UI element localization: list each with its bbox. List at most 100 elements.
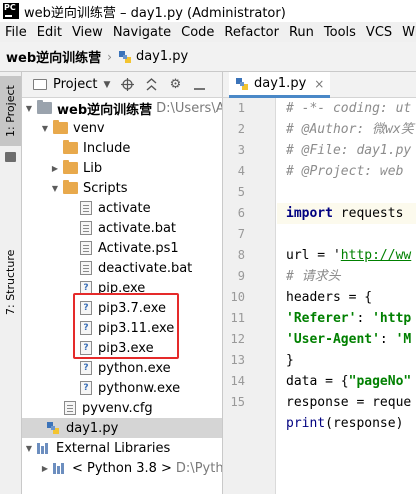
chevron-right-icon: › bbox=[107, 49, 112, 64]
code-line: # 请求头 bbox=[286, 269, 341, 284]
tree-item-root[interactable]: ▼ web逆向训练营 D:\Users\Aven\ bbox=[22, 98, 222, 118]
text-file-icon bbox=[80, 241, 92, 255]
expanded-arrow-icon[interactable]: ▼ bbox=[50, 184, 60, 193]
line-number: 7 bbox=[237, 227, 245, 241]
tree-item-external-libraries[interactable]: ▼ External Libraries bbox=[22, 438, 222, 458]
library-icon bbox=[37, 442, 51, 454]
expanded-arrow-icon[interactable]: ▼ bbox=[24, 444, 34, 453]
code-line: # @File: day1.py bbox=[286, 143, 412, 158]
menu-tools[interactable]: Tools bbox=[319, 25, 361, 40]
menu-edit[interactable]: Edit bbox=[32, 25, 67, 40]
tree-item-scripts[interactable]: ▼ Scripts bbox=[22, 178, 222, 198]
code-line: # @Project: web bbox=[286, 164, 404, 179]
tree-item-day1[interactable]: day1.py bbox=[22, 418, 222, 438]
breadcrumb-file[interactable]: day1.py bbox=[136, 49, 188, 64]
collapsed-arrow-icon[interactable]: ▶ bbox=[50, 164, 60, 173]
collapsed-arrow-icon[interactable]: ▶ bbox=[40, 464, 50, 473]
window-title: web逆向训练营 – day1.py (Administrator) bbox=[24, 5, 286, 21]
tab-project-label: 1: Project bbox=[4, 85, 17, 137]
hide-panel-icon[interactable] bbox=[192, 78, 206, 92]
tree-item-pyvenv[interactable]: pyvenv.cfg bbox=[22, 398, 222, 418]
tree-item-venv[interactable]: ▼ venv bbox=[22, 118, 222, 138]
tree-file[interactable]: deactivate.bat bbox=[22, 258, 222, 278]
line-number: 8 bbox=[237, 248, 245, 262]
menu-window[interactable]: Win bbox=[397, 25, 416, 40]
chevron-down-icon[interactable]: ▼ bbox=[103, 80, 110, 90]
line-number: 6 bbox=[237, 206, 245, 220]
line-number: 15 bbox=[230, 395, 245, 409]
tree-item-label: pyvenv.cfg bbox=[82, 400, 153, 416]
code-line: data = {"pageNo" bbox=[286, 374, 412, 389]
tree-item-python-sdk[interactable]: ▶ < Python 3.8 > D:\Python38 bbox=[22, 458, 222, 478]
code-line-current: import requests bbox=[277, 203, 416, 224]
tree-item-label: web逆向训练营 bbox=[57, 102, 153, 118]
tree-file[interactable]: ? pythonw.exe bbox=[22, 378, 222, 398]
menu-bar: File Edit View Navigate Code Refactor Ru… bbox=[0, 22, 416, 42]
menu-refactor[interactable]: Refactor bbox=[219, 25, 284, 40]
expanded-arrow-icon[interactable]: ▼ bbox=[40, 124, 50, 133]
menu-view[interactable]: View bbox=[67, 25, 108, 40]
menu-vcs[interactable]: VCS bbox=[361, 25, 397, 40]
tab-day1[interactable]: day1.py × bbox=[229, 72, 331, 98]
tab-label: day1.py bbox=[254, 76, 307, 91]
code-line: 'Referer': 'http bbox=[286, 311, 412, 326]
tab-structure-tool[interactable]: 7: Structure bbox=[0, 237, 21, 327]
title-bar: PC web逆向训练营 – day1.py (Administrator) bbox=[0, 0, 416, 22]
python-file-icon bbox=[47, 422, 59, 434]
menu-file[interactable]: File bbox=[0, 25, 32, 40]
folder-icon bbox=[5, 152, 16, 162]
editor-tab-bar: day1.py × bbox=[222, 72, 416, 98]
line-number: 4 bbox=[237, 164, 245, 178]
tree-item-lib[interactable]: ▶ Lib bbox=[22, 158, 222, 178]
tree-item-label: pythonw.exe bbox=[98, 380, 181, 396]
project-panel-header: Project ▼ ⚙ bbox=[22, 72, 222, 98]
line-number: 14 bbox=[230, 374, 245, 388]
text-file-icon bbox=[80, 261, 92, 275]
menu-run[interactable]: Run bbox=[284, 25, 319, 40]
breadcrumb-project[interactable]: web逆向训练营 bbox=[6, 47, 101, 66]
tree-file[interactable]: ? python.exe bbox=[22, 358, 222, 378]
locate-target-icon[interactable] bbox=[120, 78, 134, 92]
gear-icon[interactable]: ⚙ bbox=[168, 77, 182, 92]
text-file-icon bbox=[80, 201, 92, 215]
line-number: 9 bbox=[237, 269, 245, 283]
collapse-all-icon[interactable] bbox=[144, 78, 158, 92]
tree-item-label: venv bbox=[73, 120, 105, 136]
tab-structure-label: 7: Structure bbox=[4, 249, 17, 315]
folder-icon bbox=[37, 100, 52, 114]
code-line: # -*- coding: ut bbox=[286, 101, 412, 116]
menu-code[interactable]: Code bbox=[176, 25, 219, 40]
config-file-icon bbox=[64, 401, 76, 415]
tree-item-label: Activate.ps1 bbox=[98, 240, 179, 256]
tree-item-label: activate.bat bbox=[98, 220, 177, 236]
code-line: 'User-Agent': 'M bbox=[286, 332, 412, 347]
code-line: # @Author: 微wx笑 bbox=[286, 122, 414, 137]
line-number: 12 bbox=[230, 332, 245, 346]
tree-item-label: < Python 3.8 > bbox=[72, 460, 172, 476]
expanded-arrow-icon[interactable]: ▼ bbox=[24, 104, 34, 113]
line-number: 13 bbox=[230, 353, 245, 367]
tree-file[interactable]: Activate.ps1 bbox=[22, 238, 222, 258]
folder-icon bbox=[63, 140, 78, 154]
unknown-file-icon: ? bbox=[80, 361, 92, 375]
code-editor[interactable]: # -*- coding: ut # @Author: 微wx笑 # @File… bbox=[277, 98, 416, 494]
tree-file[interactable]: activate bbox=[22, 198, 222, 218]
line-number: 3 bbox=[237, 143, 245, 157]
tab-project-tool[interactable]: 1: Project bbox=[0, 76, 21, 146]
unknown-file-icon: ? bbox=[80, 381, 92, 395]
library-icon bbox=[53, 462, 67, 474]
project-view-selector[interactable]: Project bbox=[53, 77, 97, 92]
close-icon[interactable]: × bbox=[314, 77, 324, 91]
pycharm-app-icon: PC bbox=[3, 3, 19, 19]
menu-navigate[interactable]: Navigate bbox=[108, 25, 176, 40]
folder-icon bbox=[63, 160, 78, 174]
tree-file[interactable]: activate.bat bbox=[22, 218, 222, 238]
line-number: 11 bbox=[230, 311, 245, 325]
folder-icon bbox=[63, 180, 78, 194]
tree-item-label: Scripts bbox=[83, 180, 128, 196]
red-highlight-box bbox=[73, 293, 179, 359]
tree-item-label: day1.py bbox=[66, 420, 119, 436]
code-line: url = 'http://ww bbox=[286, 248, 412, 263]
tree-item-include[interactable]: Include bbox=[22, 138, 222, 158]
project-view-icon bbox=[33, 79, 47, 90]
